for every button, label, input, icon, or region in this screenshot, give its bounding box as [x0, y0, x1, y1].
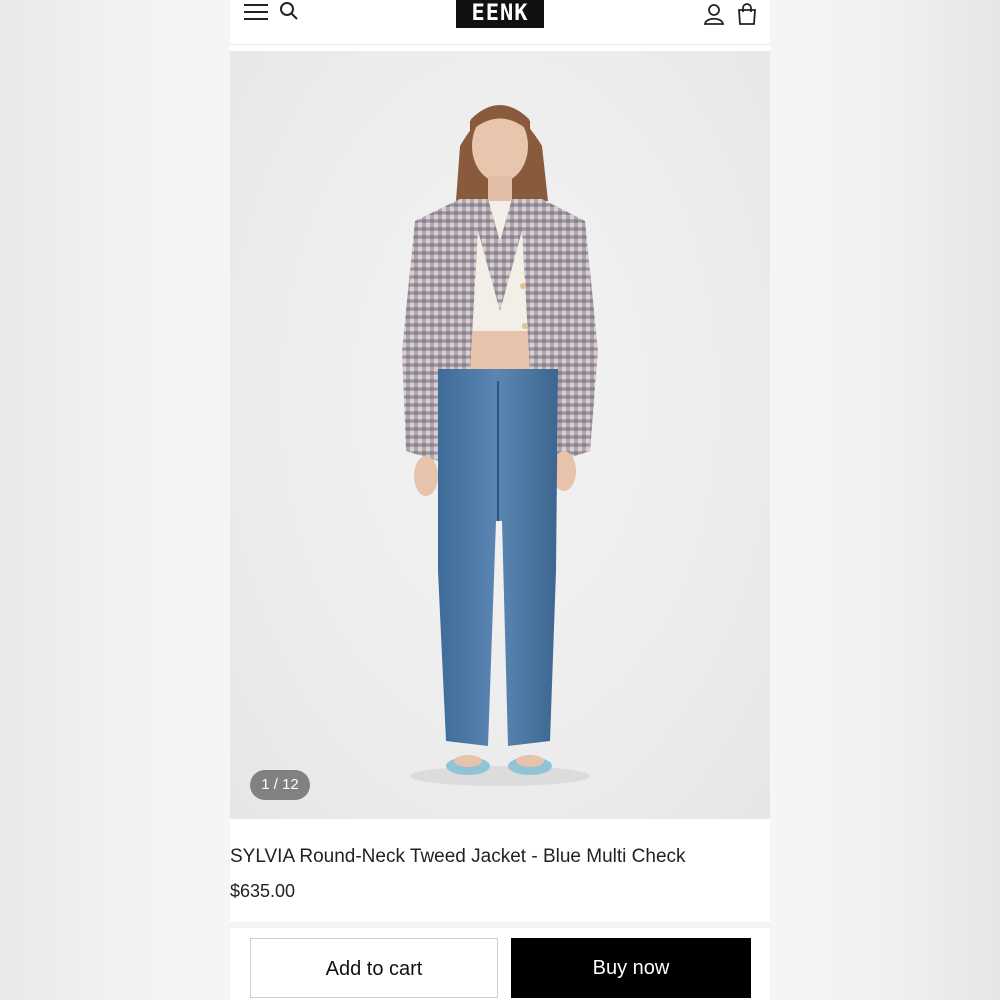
user-account-icon[interactable] — [702, 2, 726, 26]
divider — [230, 922, 770, 928]
site-header: EENK — [230, 0, 770, 45]
product-price: $635.00 — [230, 881, 296, 901]
search-icon[interactable] — [278, 0, 300, 22]
buy-now-button[interactable]: Buy now — [511, 938, 751, 998]
product-photo — [402, 105, 598, 786]
shopping-bag-icon[interactable] — [735, 2, 759, 26]
brand-logo[interactable]: EENK — [456, 0, 544, 28]
hamburger-menu-icon[interactable] — [244, 2, 268, 22]
product-image-gallery[interactable]: 1 / 12 — [230, 51, 770, 819]
add-to-cart-button[interactable]: Add to cart — [250, 938, 498, 998]
product-title: SYLVIA Round-Neck Tweed Jacket - Blue Mu… — [230, 846, 686, 867]
product-page: EENK 1 / 12 SYLVIA Round-Neck Tweed Jack… — [230, 0, 770, 1000]
image-counter: 1 / 12 — [250, 770, 310, 800]
